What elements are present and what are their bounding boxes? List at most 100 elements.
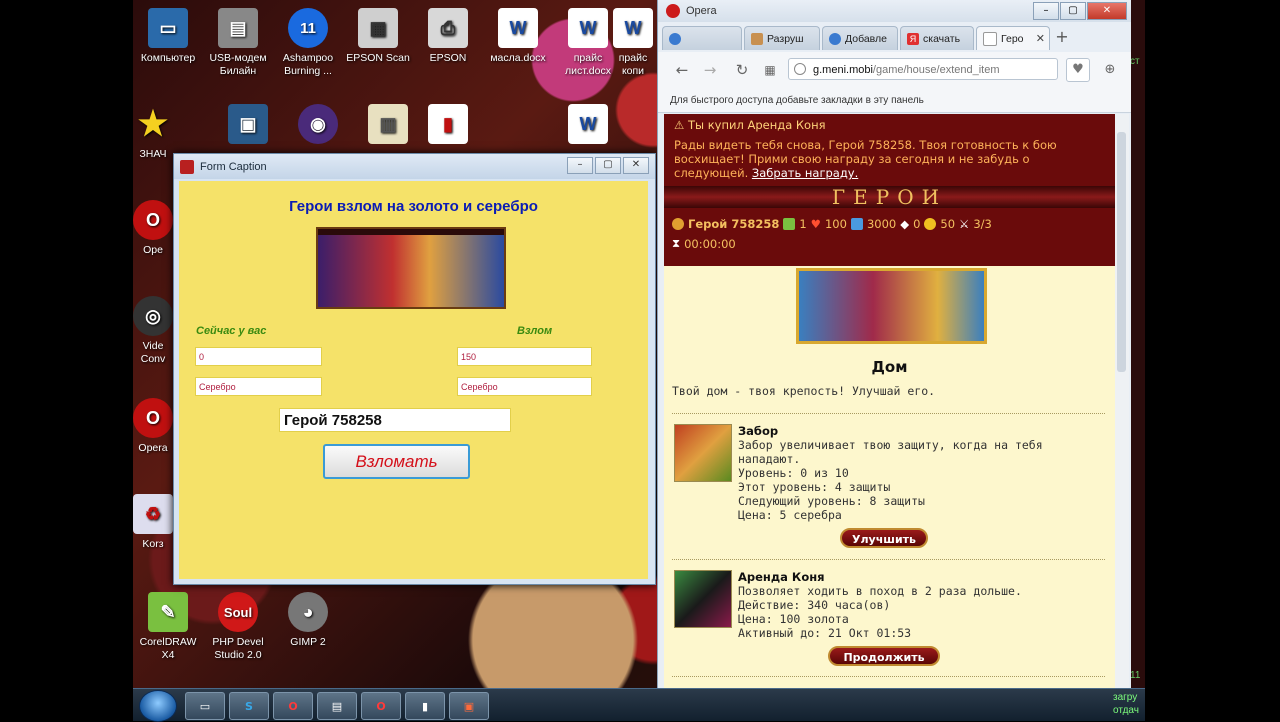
start-button[interactable] bbox=[139, 690, 177, 722]
crossed-swords-icon: ⚔ bbox=[959, 217, 970, 231]
desktop-icon-epson[interactable]: ⎙ EPSON bbox=[413, 8, 483, 65]
minimize-button[interactable]: – bbox=[1033, 2, 1059, 20]
site-info-icon bbox=[794, 63, 806, 75]
desktop-icon-usb-modem[interactable]: ▤ USB-модем Билайн bbox=[203, 8, 273, 78]
download-icon[interactable]: ⊕ bbox=[1100, 60, 1120, 80]
browser-tab[interactable]: Я скачать bbox=[900, 26, 974, 50]
url-host: g.meni.mobi bbox=[813, 64, 873, 76]
page-scrollbar[interactable] bbox=[1115, 114, 1129, 688]
browser-tab[interactable] bbox=[662, 26, 742, 50]
claim-reward-link[interactable]: Забрать награду. bbox=[752, 166, 858, 180]
bookmarks-bar: Для быстрого доступа добавьте закладки в… bbox=[658, 88, 1131, 113]
fights-value: 3/3 bbox=[973, 217, 992, 231]
taskbar: ▭ S O ▤ O ▮ ▣ загру отдач bbox=[133, 688, 1145, 722]
desktop-icon-film[interactable]: ▣ bbox=[213, 104, 283, 148]
taskbar-form-app[interactable]: ▣ bbox=[449, 692, 489, 720]
gem-icon: ◆ bbox=[900, 217, 910, 231]
coreldraw-icon: ✎ bbox=[148, 592, 188, 632]
desktop-icon-recycle-bin[interactable]: ♻ Korз bbox=[133, 494, 173, 551]
minimize-button[interactable]: – bbox=[567, 157, 593, 174]
have-currency-field[interactable]: Серебро bbox=[195, 377, 322, 396]
desktop-icon-opera-2[interactable]: O Opera bbox=[133, 398, 173, 455]
taskbar-winrar[interactable]: ▤ bbox=[317, 692, 357, 720]
pdf-icon: ▮ bbox=[421, 699, 429, 713]
desktop-icon-ashampoo[interactable]: 11 Ashampoo Burning ... bbox=[273, 8, 343, 78]
browser-tab-active[interactable]: Геро ✕ bbox=[976, 26, 1050, 50]
item-line: Позволяет ходить в поход в 2 раза дольше… bbox=[738, 584, 1022, 598]
desktop-icon-opera-1[interactable]: O Ope bbox=[133, 200, 173, 257]
desktop-icon-epson-scan[interactable]: ▦ EPSON Scan bbox=[343, 8, 413, 65]
address-bar[interactable]: g.meni.mobi/game/house/extend_item bbox=[788, 58, 1058, 80]
scrollbar-thumb[interactable] bbox=[1117, 132, 1126, 372]
upgrade-button[interactable]: Улучшить bbox=[840, 528, 928, 548]
item-line: Активный до: 21 Окт 01:53 bbox=[738, 626, 912, 640]
list-item-horse-rent: Аренда Коня Позволяет ходить в поход в 2… bbox=[672, 570, 1105, 650]
stats-row-1: Герой 758258 1 ♥ 100 3000 ◆ 0 50 ⚔ 3/3 bbox=[672, 217, 992, 231]
have-amount-field[interactable]: 0 bbox=[195, 347, 322, 366]
desktop-icon-coreldraw[interactable]: ✎ CorelDRAW X4 bbox=[133, 592, 203, 662]
continue-button[interactable]: Продолжить bbox=[828, 646, 940, 666]
opera-icon: O bbox=[376, 699, 386, 713]
desktop-icon-label: Компьютер bbox=[140, 52, 196, 64]
reload-icon[interactable]: ↻ bbox=[732, 60, 752, 80]
desktop-icon-label: EPSON Scan bbox=[346, 52, 410, 64]
desktop-icon-word-2[interactable]: W bbox=[553, 104, 623, 148]
pdf-document-icon: ▮ bbox=[428, 104, 468, 144]
desktop-icon-label: прайс bbox=[618, 52, 648, 64]
taskbar-opera[interactable]: O bbox=[273, 692, 313, 720]
desktop-icon-label: GIMP 2 bbox=[290, 636, 326, 648]
back-icon[interactable]: ← bbox=[672, 60, 692, 80]
desktop-icon-label: масла.docx bbox=[490, 52, 546, 64]
desktop-icon-label: PHP Devel bbox=[212, 636, 264, 648]
taskbar-opera-2[interactable]: O bbox=[361, 692, 401, 720]
close-button[interactable]: ✕ bbox=[623, 157, 649, 174]
hack-amount-field[interactable]: 150 bbox=[457, 347, 592, 366]
opera-icon: O bbox=[133, 398, 173, 438]
browser-app-name: Opera bbox=[686, 5, 717, 17]
close-button[interactable]: ✕ bbox=[1087, 2, 1127, 20]
folder-icon: ▥ bbox=[368, 104, 408, 144]
maximize-button[interactable]: ▢ bbox=[595, 157, 621, 174]
opera-speed-dial-icon bbox=[669, 32, 681, 45]
new-tab-button[interactable]: + bbox=[1052, 26, 1072, 50]
hero-name[interactable]: Герой 758258 bbox=[688, 217, 779, 231]
close-tab-icon[interactable]: ✕ bbox=[1036, 32, 1045, 45]
film-icon: ▣ bbox=[228, 104, 268, 144]
maximize-button[interactable]: ▢ bbox=[1060, 2, 1086, 20]
desktop-icon-video-converter[interactable]: ◎ Vide Conv bbox=[133, 296, 173, 366]
forward-icon[interactable]: → bbox=[700, 60, 720, 80]
taskbar-pdf[interactable]: ▮ bbox=[405, 692, 445, 720]
hack-currency-field[interactable]: Серебро bbox=[457, 377, 592, 396]
tab-label: скачать bbox=[923, 32, 961, 45]
page-intro: Твой дом - твоя крепость! Улучшай его. bbox=[672, 384, 936, 398]
desktop-icon-label: USB-модем bbox=[209, 52, 267, 64]
speed-dial-grid-icon[interactable]: ▦ bbox=[760, 60, 780, 80]
hack-button[interactable]: Взломать bbox=[323, 444, 470, 479]
hourglass-icon: ⧗ bbox=[672, 236, 681, 250]
taskbar-skype[interactable]: S bbox=[229, 692, 269, 720]
game-page: ⚠ Ты купил Аренда Коня Рады видеть тебя … bbox=[664, 114, 1115, 688]
desktop-icon-label: EPSON bbox=[429, 52, 467, 64]
desktop-icon-masla-docx[interactable]: W масла.docx bbox=[483, 8, 553, 65]
soul-icon: Soul bbox=[218, 592, 258, 632]
opera-logo-icon bbox=[666, 4, 680, 18]
desktop-icon-znach[interactable]: ★ ЗНАЧ bbox=[133, 104, 173, 161]
bookmark-heart-icon[interactable]: ♥ bbox=[1066, 58, 1090, 82]
word-document-icon: W bbox=[498, 8, 538, 48]
browser-tab[interactable]: Разруш bbox=[744, 26, 820, 50]
desktop-icon-label-2: Studio 2.0 bbox=[214, 649, 262, 661]
desktop-icon-computer[interactable]: ▭ Компьютер bbox=[133, 8, 203, 65]
hero-name-field[interactable]: Герой 758258 bbox=[279, 408, 511, 432]
desktop-icon-label-2: X4 bbox=[161, 649, 175, 661]
desktop-icon-price-copy[interactable]: W прайс копи bbox=[613, 8, 653, 78]
app-icon bbox=[180, 159, 194, 174]
desktop-icon-gimp[interactable]: ◕ GIMP 2 bbox=[273, 592, 343, 649]
form-title: Form Caption bbox=[200, 160, 267, 173]
desktop-icon-pdf[interactable]: ▮ bbox=[413, 104, 483, 148]
desktop-icon-media[interactable]: ◉ bbox=[283, 104, 353, 148]
taskbar-explorer[interactable]: ▭ bbox=[185, 692, 225, 720]
desktop-icon-php-devel[interactable]: Soul PHP Devel Studio 2.0 bbox=[203, 592, 273, 662]
desktop-icon-label: Korз bbox=[142, 538, 164, 550]
browser-tab[interactable]: Добавле bbox=[822, 26, 898, 50]
desktop-icon-label-2: копи bbox=[621, 65, 645, 77]
